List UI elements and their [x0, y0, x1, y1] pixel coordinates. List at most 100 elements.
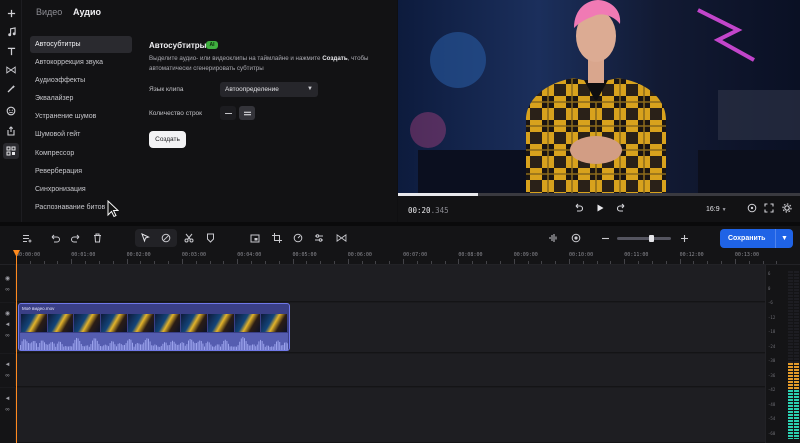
text-icon[interactable]	[3, 43, 19, 59]
music-track-lane[interactable]	[15, 388, 765, 443]
speed-icon[interactable]	[291, 231, 305, 245]
clip-thumbnail	[181, 314, 207, 332]
speaker-icon[interactable]: ◄	[3, 321, 12, 329]
cut-icon[interactable]	[182, 231, 196, 245]
create-button[interactable]: Создать	[149, 131, 186, 148]
eye-icon[interactable]: ◉	[3, 275, 12, 283]
zoom-slider-thumb[interactable]	[649, 235, 655, 242]
waveform-bar	[111, 341, 113, 350]
step-forward-icon[interactable]	[616, 203, 627, 215]
ruler-tick	[541, 261, 543, 264]
chevron-down-icon[interactable]: ▼	[775, 229, 793, 248]
ruler-tick	[472, 261, 474, 264]
add-track-icon[interactable]	[20, 231, 34, 245]
ruler-tick	[195, 261, 197, 264]
waveform-bar	[274, 344, 276, 350]
meter-channel-right	[794, 271, 799, 439]
zoom-out-icon[interactable]	[598, 231, 612, 245]
waveform-bar	[122, 345, 124, 350]
ruler-tick	[251, 261, 253, 264]
ruler-tick	[776, 261, 778, 264]
menu-item-autocorrection[interactable]: Автокоррекция звука	[30, 54, 132, 71]
waveform-bar	[88, 346, 90, 350]
waveform-bar	[188, 340, 189, 350]
play-icon[interactable]	[595, 203, 605, 215]
tab-audio[interactable]: Аудио	[73, 7, 101, 17]
waveform-bar	[197, 341, 199, 350]
menu-item-compressor[interactable]: Компрессор	[30, 145, 132, 162]
speaker-icon[interactable]: ◄	[3, 361, 12, 369]
trash-icon[interactable]	[90, 231, 104, 245]
snapshot-icon[interactable]	[747, 203, 757, 215]
description-create-word: Создать	[322, 55, 348, 62]
two-rows-option[interactable]	[239, 106, 255, 120]
zoom-in-icon[interactable]	[677, 231, 691, 245]
link-icon[interactable]: ∞	[3, 332, 12, 340]
waveform-bar	[173, 341, 175, 350]
language-select-value: Автоопределение	[225, 86, 279, 93]
transitions-icon[interactable]	[3, 62, 19, 78]
video-clip[interactable]: Моё видео.mov	[18, 303, 290, 351]
link-icon[interactable]: ∞	[3, 286, 12, 294]
eye-icon[interactable]: ◉	[3, 310, 12, 318]
transition-icon[interactable]	[334, 231, 348, 245]
meter-scale-label: -42	[768, 387, 776, 393]
playhead[interactable]	[16, 250, 17, 443]
picture-in-picture-icon[interactable]	[248, 231, 262, 245]
menu-item-noise-removal[interactable]: Устранение шумов	[30, 108, 132, 125]
undo-icon[interactable]	[48, 231, 62, 245]
one-row-option[interactable]	[220, 106, 236, 120]
menu-item-audio-effects[interactable]: Аудиоэффекты	[30, 72, 132, 89]
language-select[interactable]: Автоопределение ▼	[220, 82, 318, 97]
timeline-ruler[interactable]: 00:00:00 00:01:00 00:02:00 00:03:00 00:04:00…	[0, 250, 800, 265]
magic-wand-icon[interactable]	[3, 81, 19, 97]
audio-track-lane[interactable]	[15, 354, 765, 387]
aspect-ratio-select[interactable]: 16:9 ▼	[706, 206, 727, 213]
ruler-time-label: 00:00:00	[16, 252, 41, 258]
waveform-bar	[192, 341, 194, 350]
panel-title: Автосубтитры	[149, 41, 207, 50]
step-back-icon[interactable]	[573, 203, 584, 215]
ruler-time-label: 00:09:00	[513, 252, 538, 258]
menu-item-equalizer[interactable]: Эквалайзер	[30, 90, 132, 107]
panel-tabs: Видео Аудио	[22, 0, 397, 24]
voiceover-icon[interactable]	[569, 231, 583, 245]
ruler-tick	[223, 261, 225, 264]
pointer-tool-icon[interactable]	[138, 231, 152, 245]
ruler-time-label: 00:05:00	[292, 252, 317, 258]
waveform-bar	[24, 339, 26, 350]
ruler-time-label: 00:07:00	[403, 252, 428, 258]
text-track-lane[interactable]	[15, 265, 765, 302]
menu-item-autosubtitles[interactable]: Автосубтитры	[30, 36, 132, 53]
video-preview[interactable]	[398, 0, 800, 193]
link-icon[interactable]: ∞	[3, 372, 12, 380]
menu-item-noise-gate[interactable]: Шумовой гейт	[30, 126, 132, 143]
waveform-bar	[77, 338, 79, 350]
sticker-icon[interactable]	[3, 103, 19, 119]
save-button[interactable]: Сохранить ▼	[720, 229, 793, 248]
menu-item-reverb[interactable]: Реверберация	[30, 163, 132, 180]
menu-item-sync[interactable]: Синхронизация	[30, 181, 132, 198]
crop-icon[interactable]	[270, 231, 284, 245]
link-icon[interactable]: ∞	[3, 406, 12, 414]
zoom-slider[interactable]	[617, 235, 671, 242]
ruler-tick	[596, 261, 598, 264]
language-label: Язык клипа	[149, 86, 184, 93]
adjust-icon[interactable]	[312, 231, 326, 245]
plus-icon[interactable]	[3, 5, 19, 21]
export-icon[interactable]	[3, 123, 19, 139]
snap-tool-icon[interactable]	[159, 231, 173, 245]
clip-thumbnail	[207, 314, 234, 332]
tools-grid-icon[interactable]	[3, 143, 19, 159]
gear-icon[interactable]	[782, 203, 792, 215]
speaker-icon[interactable]: ◄	[3, 395, 12, 403]
waveform-bar	[29, 343, 31, 350]
audio-separate-icon[interactable]	[546, 231, 560, 245]
tab-video[interactable]: Видео	[36, 7, 62, 17]
fullscreen-icon[interactable]	[764, 203, 774, 215]
waveform-bar	[63, 346, 65, 350]
music-note-icon[interactable]	[3, 24, 19, 40]
redo-icon[interactable]	[69, 231, 83, 245]
ruler-tick	[389, 261, 391, 264]
marker-icon[interactable]	[203, 231, 217, 245]
